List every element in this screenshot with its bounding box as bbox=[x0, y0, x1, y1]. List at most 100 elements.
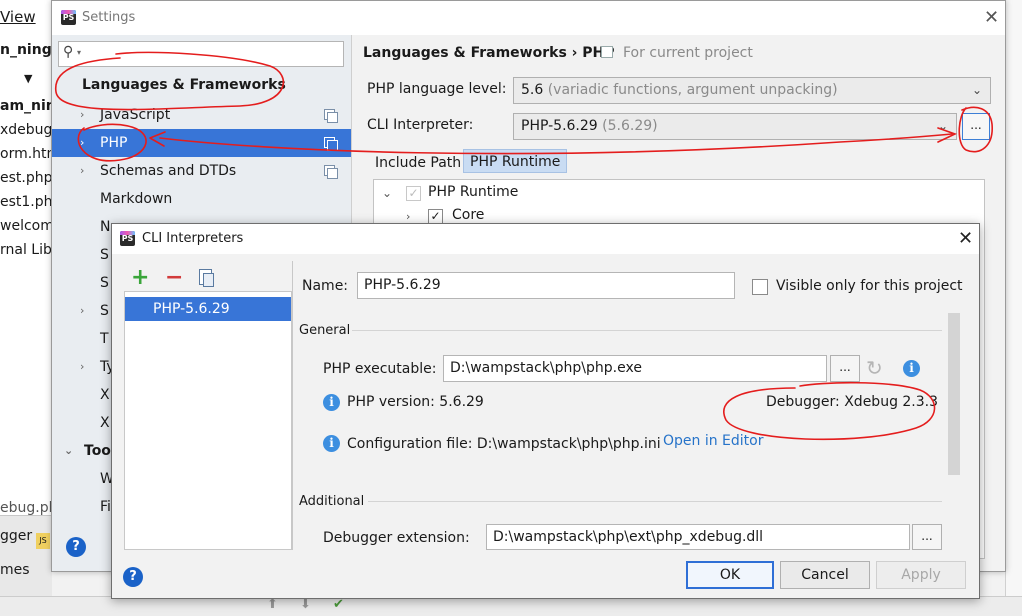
php-runtime-checkbox[interactable]: ✓ bbox=[406, 186, 421, 201]
name-field[interactable]: PHP-5.6.29 bbox=[357, 272, 735, 299]
list-item[interactable]: PHP-5.6.29 bbox=[125, 297, 291, 321]
ide-debugger-tab[interactable]: gger bbox=[0, 528, 32, 544]
cancel-button[interactable]: Cancel bbox=[780, 561, 870, 589]
close-icon[interactable]: ✕ bbox=[984, 7, 999, 28]
sidebar-item-label: Schemas and DTDs bbox=[100, 163, 237, 179]
php-version-text: PHP version: 5.6.29 bbox=[347, 394, 484, 410]
sidebar-item-label: Too bbox=[84, 443, 111, 459]
ide-right-panel bbox=[1005, 0, 1022, 616]
sidebar-item-label: S bbox=[100, 247, 109, 263]
debugger-extension-browse-button[interactable]: ... bbox=[912, 524, 942, 550]
breadcrumb: Languages & Frameworks › PHP bbox=[363, 45, 615, 61]
section-divider bbox=[368, 501, 942, 502]
sidebar-item-label: N bbox=[100, 219, 111, 235]
splitter[interactable] bbox=[292, 261, 293, 551]
visible-only-label: Visible only for this project bbox=[776, 278, 963, 294]
php-executable-label: PHP executable: bbox=[323, 361, 437, 377]
project-scope-icon bbox=[324, 165, 338, 179]
settings-titlebar: PS Settings ✕ bbox=[52, 1, 1005, 35]
sidebar-item-schemas-dtds[interactable]: › Schemas and DTDs bbox=[52, 157, 351, 185]
arrow-up-icon[interactable]: ⬆ bbox=[267, 597, 278, 612]
chevron-right-icon[interactable]: › bbox=[80, 297, 84, 325]
for-current-project-label: For current project bbox=[623, 45, 753, 61]
php-language-level-label: PHP language level: bbox=[367, 81, 507, 97]
project-scope-icon bbox=[324, 109, 338, 123]
remove-icon[interactable]: − bbox=[165, 267, 183, 289]
chevron-right-icon[interactable]: › bbox=[406, 210, 410, 223]
arrow-down-icon[interactable]: ⬇ bbox=[300, 597, 311, 612]
tab-php-runtime[interactable]: PHP Runtime bbox=[463, 149, 568, 173]
phpstorm-icon: PS bbox=[61, 10, 76, 25]
cli-interpreter-browse-button[interactable]: ... bbox=[962, 113, 990, 140]
name-label: Name: bbox=[302, 278, 349, 294]
debugger-text: Debugger: Xdebug 2.3.3 bbox=[766, 394, 939, 410]
sidebar-item-label: Markdown bbox=[100, 191, 173, 207]
sidebar-item-label: T bbox=[100, 331, 109, 347]
additional-section-title: Additional bbox=[299, 494, 365, 509]
dialog-titlebar: PS CLI Interpreters ✕ bbox=[112, 224, 979, 254]
config-file-text: Configuration file: D:\wampstack\php\php… bbox=[347, 436, 661, 452]
sidebar-item-label: X bbox=[100, 387, 110, 403]
js-file-icon: JS bbox=[36, 533, 50, 549]
chevron-down-icon[interactable]: ⌄ bbox=[382, 186, 392, 200]
chevron-right-icon[interactable]: › bbox=[80, 157, 84, 185]
visible-only-checkbox[interactable] bbox=[752, 279, 768, 295]
info-icon: i bbox=[323, 394, 340, 411]
chevron-right-icon[interactable]: › bbox=[80, 129, 84, 157]
open-in-editor-link[interactable]: Open in Editor bbox=[663, 433, 764, 449]
ide-status-text: mes bbox=[0, 562, 30, 578]
php-language-level-select[interactable]: 5.6 (variadic functions, argument unpack… bbox=[513, 77, 991, 104]
tree-section-languages-frameworks[interactable]: Languages & Frameworks bbox=[52, 71, 351, 99]
debugger-extension-field[interactable]: D:\wampstack\php\ext\php_xdebug.dll bbox=[486, 524, 910, 550]
chevron-down-icon: ▾ bbox=[77, 48, 82, 57]
sidebar-item-label: PHP bbox=[100, 135, 128, 151]
cli-interpreter-select[interactable]: PHP-5.6.29 (5.6.29) ⌄ bbox=[513, 113, 957, 140]
php-executable-browse-button[interactable]: ... bbox=[830, 355, 860, 382]
help-button[interactable]: ? bbox=[123, 567, 143, 587]
ide-dropdown-icon[interactable]: ▼ bbox=[24, 72, 32, 85]
apply-button[interactable]: Apply bbox=[876, 561, 966, 589]
php-validate-icon[interactable]: ✔ bbox=[333, 597, 344, 612]
project-scope-icon bbox=[601, 46, 613, 58]
chevron-right-icon[interactable]: › bbox=[80, 353, 84, 381]
settings-search-input[interactable]: ⚲ ▾ bbox=[58, 41, 344, 67]
sidebar-item-label: S bbox=[100, 275, 109, 291]
chevron-right-icon[interactable]: › bbox=[80, 101, 84, 129]
add-icon[interactable]: + bbox=[131, 267, 149, 289]
sidebar-item-label: X bbox=[100, 415, 110, 431]
ide-bottom-toolbar bbox=[0, 596, 1022, 616]
dialog-title: CLI Interpreters bbox=[142, 231, 244, 246]
core-checkbox[interactable]: ✓ bbox=[428, 209, 443, 224]
help-button[interactable]: ? bbox=[66, 537, 86, 557]
sidebar-item-php[interactable]: › PHP bbox=[52, 129, 351, 157]
cli-interpreter-value: PHP-5.6.29 bbox=[521, 118, 598, 134]
copy-icon[interactable] bbox=[199, 269, 214, 287]
php-language-level-hint: (variadic functions, argument unpacking) bbox=[547, 82, 838, 98]
project-scope-icon bbox=[324, 137, 338, 151]
ide-file-item[interactable]: est.php bbox=[0, 170, 53, 186]
php-language-level-value: 5.6 bbox=[521, 82, 544, 98]
ide-file-item[interactable]: rnal Libr bbox=[0, 242, 58, 258]
info-icon: i bbox=[323, 435, 340, 452]
refresh-icon[interactable]: ↻ bbox=[866, 356, 883, 380]
general-section-title: General bbox=[299, 323, 351, 338]
debugger-extension-label: Debugger extension: bbox=[323, 530, 470, 546]
chevron-down-icon[interactable]: ⌄ bbox=[64, 437, 73, 465]
close-icon[interactable]: ✕ bbox=[958, 228, 973, 249]
sidebar-item-markdown[interactable]: Markdown bbox=[52, 185, 351, 213]
ide-project-name[interactable]: n_ning bbox=[0, 42, 52, 58]
php-executable-field[interactable]: D:\wampstack\php\php.exe bbox=[443, 355, 827, 382]
tab-include-path[interactable]: Include Path bbox=[369, 151, 467, 175]
info-icon[interactable]: i bbox=[903, 360, 920, 377]
scrollbar[interactable] bbox=[948, 313, 960, 475]
menu-view[interactable]: View bbox=[0, 8, 36, 26]
cli-interpreter-hint: (5.6.29) bbox=[602, 118, 658, 134]
phpstorm-icon: PS bbox=[120, 231, 135, 246]
chevron-down-icon: ⌄ bbox=[971, 83, 982, 97]
chevron-down-icon: ⌄ bbox=[937, 119, 948, 133]
ok-button[interactable]: OK bbox=[686, 561, 774, 589]
interpreter-list: PHP-5.6.29 bbox=[124, 291, 292, 550]
sidebar-item-javascript[interactable]: › JavaScript bbox=[52, 101, 351, 129]
sidebar-item-label: S bbox=[100, 303, 109, 319]
sidebar-item-label: JavaScript bbox=[100, 107, 171, 123]
